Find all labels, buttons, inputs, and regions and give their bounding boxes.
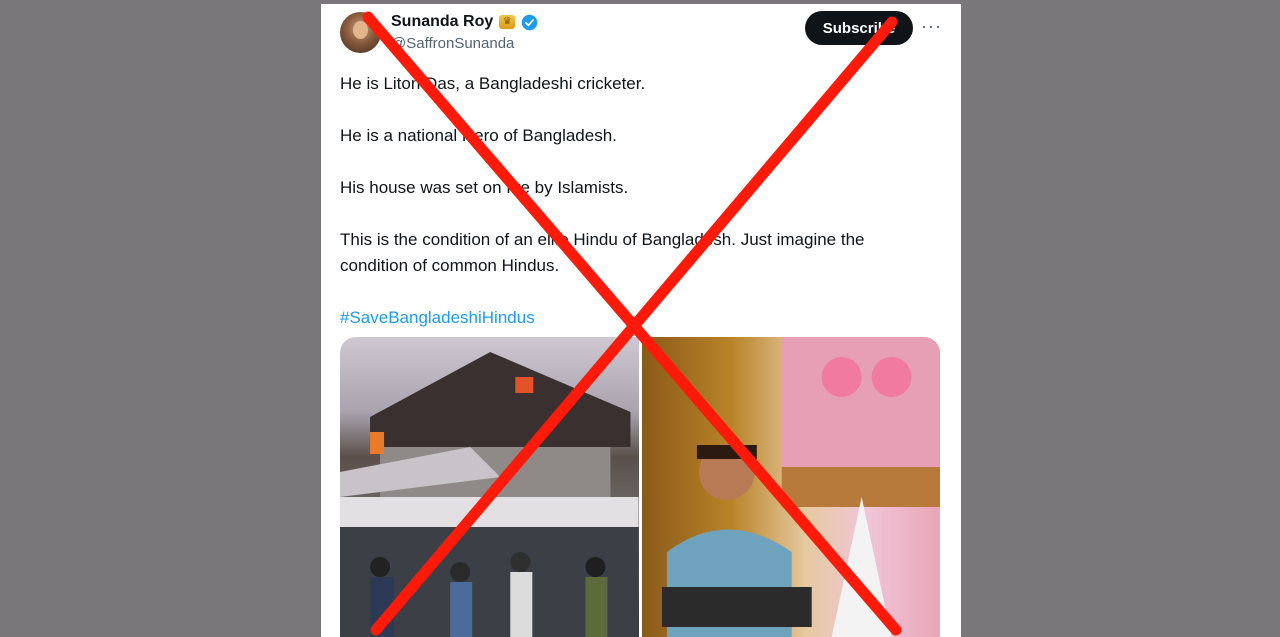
tweet-paragraph: This is the condition of an elite Hindu … bbox=[340, 230, 865, 275]
hashtag-link[interactable]: #SaveBangladeshiHindus bbox=[340, 308, 535, 327]
page: Sunanda Roy ♛ @SaffronSunanda Subscribe … bbox=[0, 0, 1280, 637]
tweet-paragraph: He is Liton Das, a Bangladeshi cricketer… bbox=[340, 74, 646, 93]
author-handle[interactable]: @SaffronSunanda bbox=[391, 35, 514, 52]
subscribe-button[interactable]: Subscribe bbox=[805, 11, 913, 45]
photo-burning-house[interactable] bbox=[340, 337, 639, 637]
display-name[interactable]: Sunanda Roy bbox=[391, 13, 493, 31]
avatar-face bbox=[353, 21, 368, 39]
photo-person-at-home[interactable] bbox=[641, 337, 940, 637]
author-name-row: Sunanda Roy ♛ bbox=[391, 13, 538, 31]
verified-badge-icon bbox=[521, 14, 538, 30]
tweet-media bbox=[340, 337, 940, 637]
tweet-paragraph: His house was set on fire by Islamists. bbox=[340, 178, 629, 197]
tweet-card: Sunanda Roy ♛ @SaffronSunanda Subscribe … bbox=[321, 4, 961, 637]
tweet-paragraph: He is a national Hero of Bangladesh. bbox=[340, 126, 617, 145]
avatar[interactable] bbox=[340, 12, 381, 53]
more-options-icon[interactable]: ··· bbox=[921, 16, 942, 37]
gold-badge-icon: ♛ bbox=[499, 15, 516, 29]
house-illustration bbox=[340, 352, 639, 637]
person-illustration bbox=[661, 337, 940, 637]
tweet-text: He is Liton Das, a Bangladeshi cricketer… bbox=[340, 71, 930, 357]
